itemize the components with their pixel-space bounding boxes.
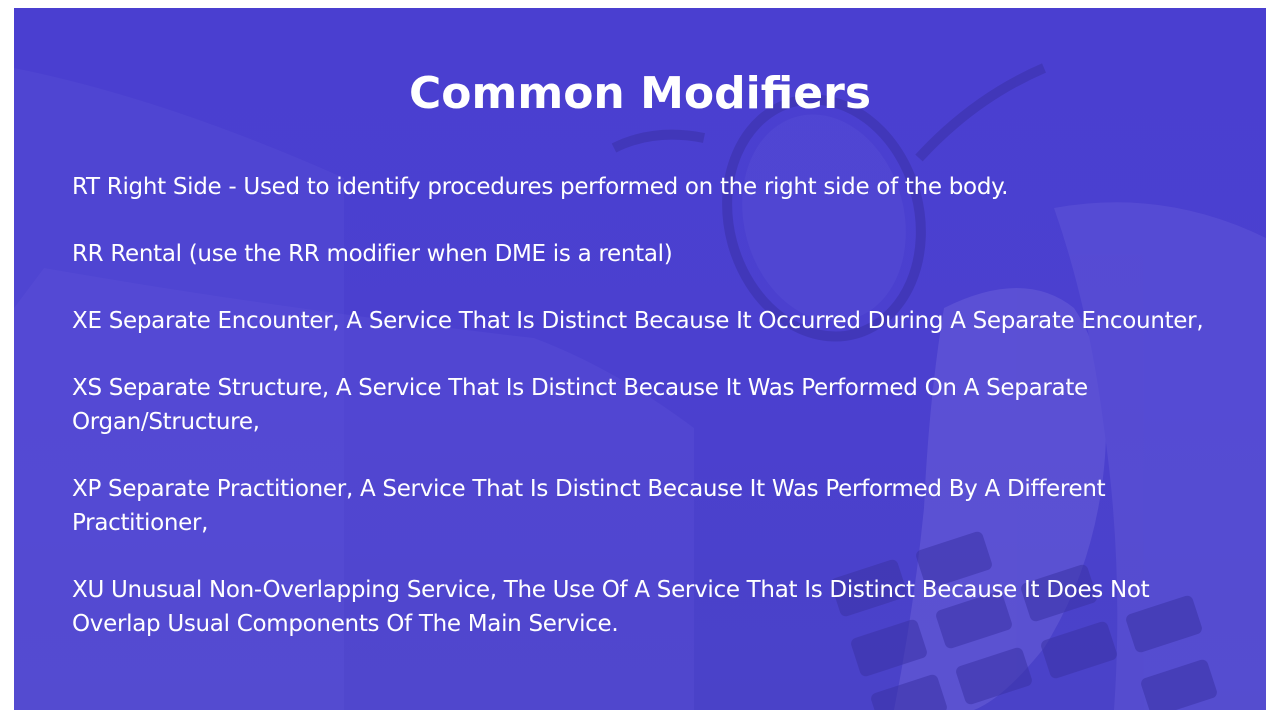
modifier-item-xs: XS Separate Structure, A Service That Is… [72, 375, 1088, 435]
modifier-list: RT Right Side - Used to identify procedu… [72, 170, 1222, 674]
presentation-slide: Common Modifiers RT Right Side - Used to… [14, 8, 1266, 710]
modifier-item-xu: XU Unusual Non-Overlapping Service, The … [72, 577, 1150, 637]
slide-title: Common Modifiers [408, 68, 872, 119]
modifier-item-xe: XE Separate Encounter, A Service That Is… [72, 308, 1204, 334]
modifier-item-rt: RT Right Side - Used to identify procedu… [72, 174, 1009, 200]
modifier-item-xp: XP Separate Practitioner, A Service That… [72, 476, 1106, 536]
modifier-item-rr: RR Rental (use the RR modifier when DME … [72, 241, 673, 267]
